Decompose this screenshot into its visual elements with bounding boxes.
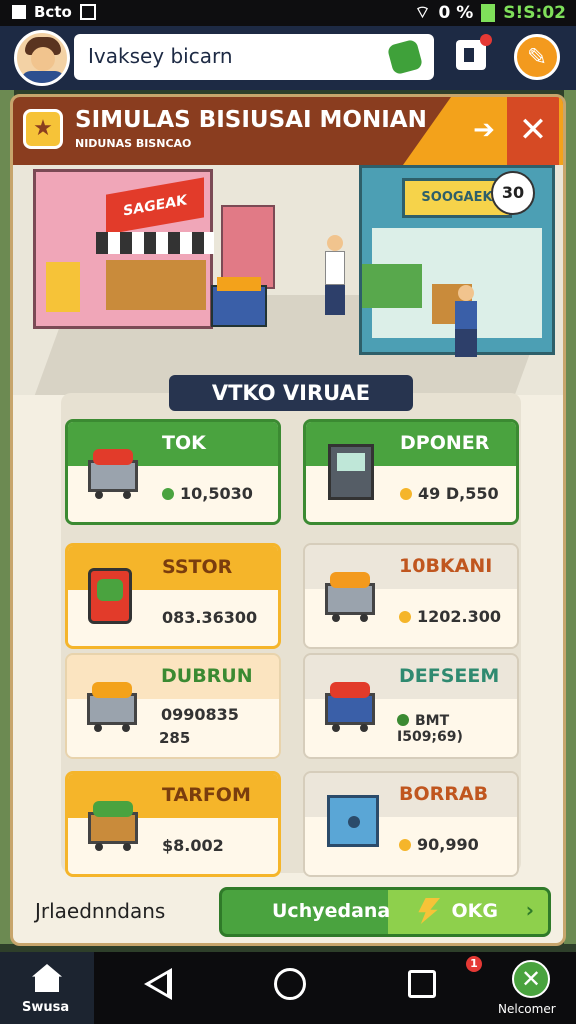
item-value: 083.36300 [162, 608, 258, 627]
confirm-button-label: Uchyedana [272, 900, 391, 922]
close-icon: ✕ [518, 110, 548, 150]
loaded-cart-icon [87, 682, 137, 732]
inbox-button[interactable] [456, 34, 492, 70]
close-icon: ✕ [520, 965, 542, 993]
item-card-borrab[interactable]: BORRAB 90,990 [303, 771, 519, 877]
section-label: VTKO VIRUAE [169, 375, 413, 411]
shop-icon: ★ [23, 109, 63, 149]
notification-badge: 1 [466, 956, 482, 972]
pencil-icon: ✎ [526, 43, 548, 71]
recent-apps-button[interactable] [408, 970, 436, 998]
ok-label: OKG [451, 900, 498, 922]
item-value: 90,990 [399, 835, 479, 854]
blue-cart-icon [325, 682, 375, 732]
basket-icon [88, 801, 138, 851]
item-value: $8.002 [162, 836, 224, 855]
coin-icon [400, 488, 412, 500]
item-title: TARFOM [162, 784, 251, 806]
cart [211, 277, 267, 327]
shopkeeper [325, 235, 345, 315]
produce-cart-icon [325, 572, 375, 622]
item-card-10bkani[interactable]: 10BKANI 1202.300 [303, 543, 519, 649]
item-card-sstor[interactable]: SSTOR 083.36300 [65, 543, 281, 649]
item-title: 10BKANI [399, 555, 493, 577]
image-notification-icon [79, 4, 96, 20]
item-title: DUBRUN [161, 665, 253, 687]
item-value-secondary: 285 [159, 729, 191, 747]
status-bar: Bcto ⌔ 0 % S!S:02 [0, 0, 576, 26]
item-card-dubrun[interactable]: DUBRUN 0990835 285 [65, 653, 281, 759]
navigation-bar: Swusa 1 ✕ Nelcomer [0, 952, 576, 1024]
battery-icon [481, 3, 496, 22]
item-value: BMT I509;69) [397, 713, 463, 745]
panel-title: SIMULAS BISIUSAI MONIAN [75, 107, 427, 133]
home-icon [32, 964, 62, 992]
shop-scene: SAGEAK SOOGAEK 30 [13, 165, 563, 395]
item-card-tarfom[interactable]: TARFOM $8.002 [65, 771, 281, 877]
item-title: DEFSEEM [399, 665, 500, 687]
top-bar: Ivaksey bicarn ✎ [0, 26, 576, 90]
item-card-tok[interactable]: TOK 10,5030 [65, 419, 281, 525]
panel-header: ★ SIMULAS BISIUSAI MONIAN NIDUNAS BISNCA… [13, 97, 563, 165]
scene-badge[interactable]: 30 [491, 171, 535, 215]
cash-register-icon [328, 444, 374, 500]
left-shop: SAGEAK [33, 169, 214, 329]
footer-label: Jrlaednndans [35, 899, 166, 923]
clock: S!S:02 [503, 2, 566, 23]
left-shop-sign: SAGEAK [106, 177, 204, 235]
item-title: TOK [162, 432, 206, 454]
close-button[interactable]: ✕ [507, 97, 559, 165]
item-value: 1202.300 [399, 607, 501, 626]
battery-percent: 0 % [438, 2, 474, 23]
close-circle-button[interactable]: ✕ [512, 960, 550, 998]
item-title: DPONER [400, 432, 490, 454]
gem-icon [397, 714, 409, 726]
carrier-label: Bcto [34, 3, 72, 21]
safe-icon [327, 795, 379, 847]
phone-icon [88, 568, 132, 624]
item-title: SSTOR [162, 556, 233, 578]
item-value: 0990835 [161, 705, 239, 724]
close-circle-label: Nelcomer [498, 1002, 556, 1016]
customer [455, 285, 477, 359]
notification-dot [480, 34, 492, 46]
gem-icon [162, 488, 174, 500]
item-value: 49 D,550 [400, 484, 499, 503]
player-name: Ivaksey bicarn [88, 44, 233, 68]
arrow-right-icon: ➔ [473, 115, 495, 145]
home-circle-button[interactable] [274, 968, 306, 1000]
arrow-button[interactable]: ➔ [465, 113, 503, 147]
business-panel: ★ SIMULAS BISIUSAI MONIAN NIDUNAS BISNCA… [10, 94, 566, 946]
coin-icon [399, 611, 411, 623]
item-value: 10,5030 [162, 484, 253, 503]
cash-icon [386, 38, 424, 76]
chevron-right-icon: › [525, 898, 534, 922]
wifi-icon: ⌔ [414, 3, 431, 23]
notification-icon [12, 5, 26, 19]
home-label: Swusa [22, 1000, 70, 1015]
coin-icon [399, 839, 411, 851]
item-card-dponer[interactable]: DPONER 49 D,550 [303, 419, 519, 525]
shopping-cart-icon [88, 449, 138, 499]
item-title: BORRAB [399, 783, 489, 805]
avatar[interactable] [14, 30, 70, 86]
item-card-defseem[interactable]: DEFSEEM BMT I509;69) [303, 653, 519, 759]
home-tab[interactable]: Swusa [0, 952, 94, 1024]
edit-button[interactable]: ✎ [514, 34, 560, 80]
panel-subtitle: NIDUNAS BISNCAO [75, 137, 192, 150]
player-name-bar[interactable]: Ivaksey bicarn [74, 34, 434, 80]
confirm-button[interactable]: Uchyedana OKG › [219, 887, 551, 937]
